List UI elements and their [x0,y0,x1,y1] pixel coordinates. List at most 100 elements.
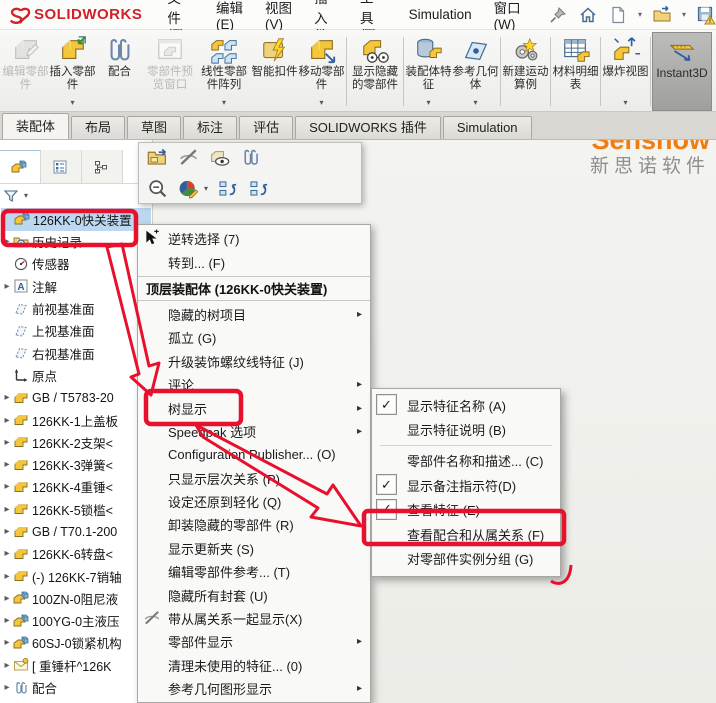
open-document-caret-icon[interactable]: ▾ [682,10,686,19]
tree-item-part[interactable]: ▸GB / T70.1-200 [0,520,152,542]
tree-item-part[interactable]: ▸126KK-1上盖板 [0,409,152,431]
tab-layout[interactable]: 布局 [71,116,125,139]
save-icon[interactable] [696,5,716,25]
tree-item-right-plane[interactable]: 右视基准面 [0,342,152,364]
tree-item-subassembly[interactable]: ▸60SJ-0锁紧机构 [0,632,152,654]
expander-icon[interactable]: ▸ [1,437,13,448]
linear-component-pattern-button[interactable]: 线性零部件阵列 ▾ [197,32,251,111]
menu-item-set-resolved-to-lightweight[interactable]: 设定还原到轻化 (Q) [138,490,370,513]
tab-evaluate[interactable]: 评估 [239,116,293,139]
exploded-view-button[interactable]: 爆炸视图 ▾ [602,32,649,111]
submenu-item-show-comment-indicator[interactable]: ✓ 显示备注指示符(D) [372,473,560,497]
submenu-item-component-names-and-descriptions[interactable]: 零部件名称和描述... (C) [372,449,560,473]
menu-item-unload-hidden-components[interactable]: 卸装隐藏的零部件 (R) [138,513,370,536]
submenu-item-group-component-instances[interactable]: 对零部件实例分组 (G) [372,546,560,570]
dropdown-caret-icon[interactable]: ▾ [473,96,477,111]
open-document-icon[interactable] [652,5,672,25]
tree-item-subassembly[interactable]: ▸100ZN-0阻尼液 [0,587,152,609]
expander-icon[interactable]: ▸ [1,593,13,604]
menu-item-show-update-holders[interactable]: 显示更新夹 (S) [138,537,370,560]
menu-item-hidden-tree-items[interactable]: 隐藏的树项目▸ [138,303,370,326]
filter-icon[interactable] [3,188,19,204]
expander-icon[interactable]: ▸ [1,615,13,626]
filter-caret-icon[interactable]: ▾ [24,191,28,200]
menu-simulation[interactable]: Simulation [398,7,483,22]
reference-geometry-button[interactable]: 参考几何体 ▾ [452,32,499,111]
tree-item-part[interactable]: ▸126KK-6转盘< [0,543,152,565]
temporary-fix-icon[interactable] [218,178,239,199]
tree-item-top-plane[interactable]: 上视基准面 [0,320,152,342]
appearance-icon[interactable] [178,178,199,199]
appearance-caret-icon[interactable]: ▾ [204,184,208,193]
menu-item-invert-selection[interactable]: 逆转选择 (7) [138,227,370,250]
submenu-item-view-features[interactable]: ✓ 查看特征 (E) [372,498,560,522]
menu-edit[interactable]: 编辑(E) [205,0,254,32]
move-component-button[interactable]: 移动零部件 ▾ [298,32,345,111]
tree-item-origin[interactable]: 原点 [0,364,152,386]
tree-item-annotations[interactable]: ▸注解 [0,275,152,297]
tree-item-part[interactable]: ▸126KK-5锁槛< [0,498,152,520]
menu-item-tree-display[interactable]: 树显示▸ [138,396,370,419]
expander-icon[interactable]: ▸ [1,236,13,247]
hide-component-icon[interactable] [178,147,199,168]
panel-tab-propertymanager[interactable] [41,150,82,183]
tree-item-sensors[interactable]: 传感器 [0,253,152,275]
tree-item-part[interactable]: ▸126KK-3弹簧< [0,453,152,475]
expander-icon[interactable]: ▸ [1,682,13,693]
menu-item-go-to[interactable]: 转到... (F) [138,250,370,273]
new-document-caret-icon[interactable]: ▾ [638,10,642,19]
menu-item-reference-geometry-display[interactable]: 参考几何图形显示▸ [138,677,370,700]
tree-item-envelope[interactable]: ▸[ 重锤杆^126K [0,654,152,676]
dropdown-caret-icon[interactable]: ▾ [426,96,430,111]
make-virtual-icon[interactable] [249,178,270,199]
edit-component-button[interactable]: 编辑零部件 [2,32,49,111]
menu-item-component-display[interactable]: 零部件显示▸ [138,630,370,653]
panel-tab-featuremanager[interactable] [0,150,41,183]
submenu-item-view-mates-and-dependencies[interactable]: 查看配合和从属关系 (F) [372,522,560,546]
menu-item-isolate[interactable]: 孤立 (G) [138,326,370,349]
assembly-features-button[interactable]: 装配体特征 ▾ [405,32,452,111]
expander-icon[interactable]: ▸ [1,415,13,426]
zoom-to-selection-icon[interactable] [147,178,168,199]
tree-item-part[interactable]: ▸GB / T5783-20 [0,387,152,409]
new-document-icon[interactable] [608,5,628,25]
menu-item-show-hierarchy-only[interactable]: 只显示层次关系 (P) [138,467,370,490]
tree-item-mates[interactable]: ▸配合 [0,676,152,698]
expander-icon[interactable]: ▸ [1,571,13,582]
mate-icon[interactable] [240,147,261,168]
panel-tab-configurationmanager[interactable] [82,150,123,183]
expander-icon[interactable]: ▸ [1,660,13,671]
menu-item-configuration-publisher[interactable]: Configuration Publisher... (O) [138,443,370,466]
bill-of-materials-button[interactable]: 材料明细表 [552,32,599,111]
expander-icon[interactable]: ▸ [1,637,13,648]
expander-icon[interactable]: ▸ [1,459,13,470]
new-motion-study-button[interactable]: 新建运动算例 [502,32,549,111]
component-preview-window-button[interactable]: 零部件预览窗口 [143,32,197,111]
menu-item-speedpak-options[interactable]: Speedpak 选项▸ [138,420,370,443]
expander-icon[interactable]: ▸ [1,526,13,537]
tree-root-assembly[interactable]: 126KK-0快关装置 [1,208,151,231]
expander-icon[interactable]: ▸ [1,281,13,292]
expander-icon[interactable]: ▸ [1,548,13,559]
menu-item-comment[interactable]: 评论▸ [138,373,370,396]
menu-item-upgrade-cosmetic-threads[interactable]: 升级装饰螺纹线特征 (J) [138,350,370,373]
tree-item-part[interactable]: ▸126KK-4重锤< [0,476,152,498]
tab-sketch[interactable]: 草图 [127,116,181,139]
expander-icon[interactable]: ▸ [1,481,13,492]
insert-component-button[interactable]: 插入零部件 ▾ [49,32,96,111]
show-hidden-components-button[interactable]: 显示隐藏的零部件 [348,32,402,111]
tab-markup[interactable]: 标注 [183,116,237,139]
tree-item-subassembly[interactable]: ▸100YG-0主液压 [0,610,152,632]
open-subassembly-icon[interactable] [147,147,168,168]
submenu-item-show-feature-names[interactable]: ✓ 显示特征名称 (A) [372,393,560,417]
tree-item-part[interactable]: ▸(-) 126KK-7销轴 [0,565,152,587]
menu-item-show-with-dependents[interactable]: 带从属关系一起显示(X) [138,607,370,630]
instant3d-button[interactable]: Instant3D [652,32,712,111]
change-transparency-icon[interactable] [209,147,230,168]
menu-window[interactable]: 窗口(W) [483,0,534,32]
menu-item-hide-all-envelopes[interactable]: 隐藏所有封套 (U) [138,583,370,606]
tab-simulation[interactable]: Simulation [443,116,532,139]
dropdown-caret-icon[interactable]: ▾ [70,96,74,111]
menu-item-clean-unused-features[interactable]: 清理未使用的特征... (0) [138,654,370,677]
tree-item-part[interactable]: ▸126KK-2支架< [0,431,152,453]
